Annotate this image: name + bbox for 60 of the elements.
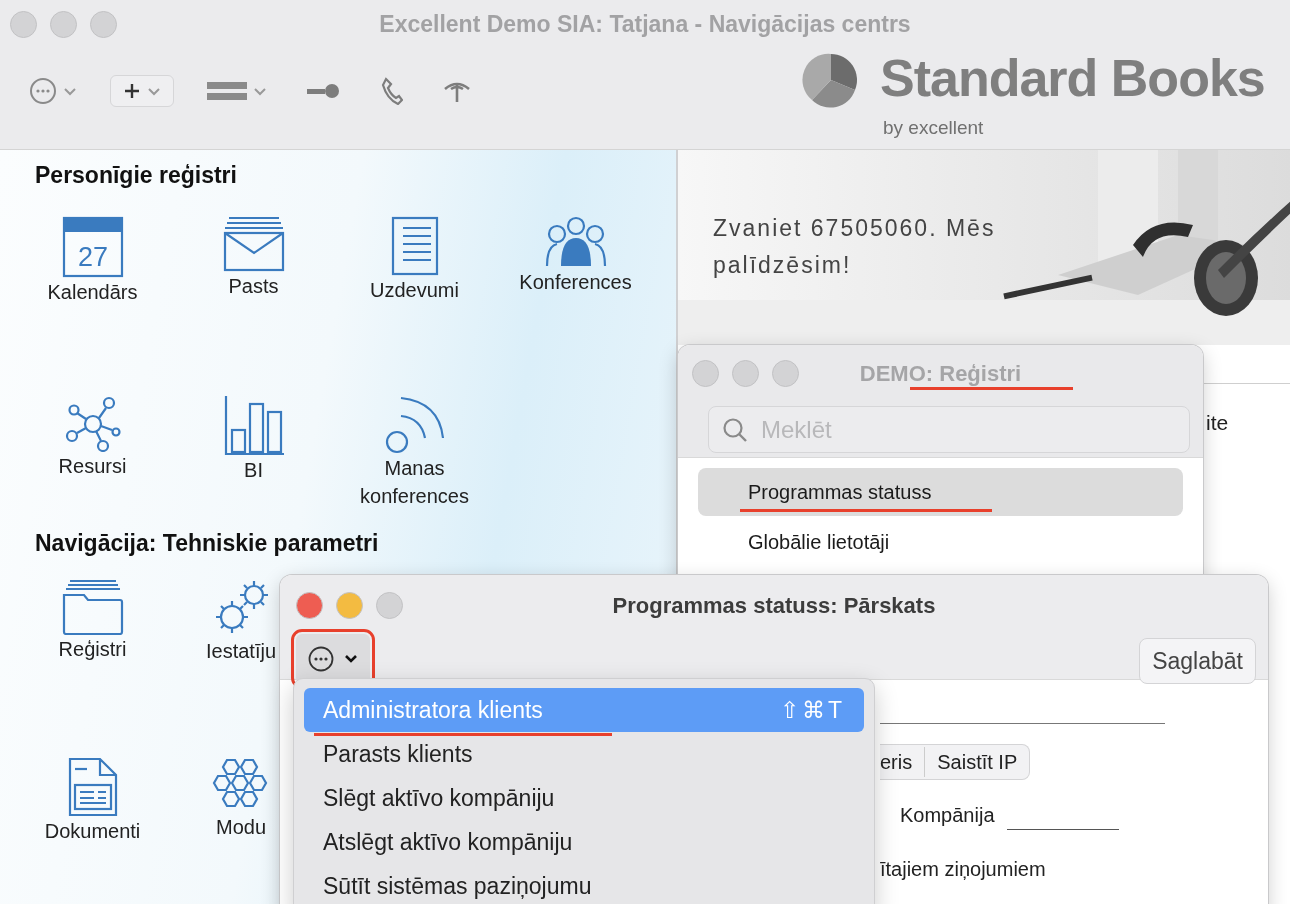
menu-item[interactable]: Atslēgt aktīvo kompāniju — [304, 820, 864, 864]
tile-label[interactable]: Reģistri — [58, 635, 127, 664]
menu-item[interactable]: Parasts klients — [304, 732, 864, 776]
list-item[interactable]: Globālie lietotāji — [698, 518, 1183, 566]
chevron-down-icon — [344, 654, 358, 664]
window-title: Excellent Demo SIA: Tatjana - Navigācijas centrs — [378, 10, 912, 39]
tile-label[interactable]: Iestatīju — [205, 637, 276, 666]
tile-label[interactable]: Manas konferences — [359, 453, 470, 510]
phone-icon — [381, 77, 403, 105]
envelope-icon — [222, 215, 285, 272]
window-title: DEMO: Reģistri — [858, 360, 1023, 388]
chevron-down-icon — [253, 86, 267, 96]
add-button[interactable] — [110, 75, 174, 107]
plus-icon — [123, 82, 141, 100]
search-icon — [722, 417, 748, 443]
document-icon — [67, 757, 118, 818]
option-label: ītajiem ziņojumiem — [880, 857, 1047, 882]
bar-chart-icon — [223, 395, 284, 456]
keyboard-shortcut: ⇧⌘T — [779, 695, 845, 725]
people-icon — [544, 215, 607, 268]
tile-label[interactable]: Dokumenti — [44, 817, 141, 846]
list-icon — [390, 215, 439, 276]
network-icon — [64, 395, 121, 452]
banner-text: Zvaniet 67505060. Mēs palīdzēsim! — [712, 214, 997, 280]
minimize-button[interactable] — [336, 592, 363, 619]
tile-label[interactable]: Uzdevumi — [370, 275, 459, 304]
ellipsis-icon — [308, 646, 334, 672]
list-item[interactable]: Programmas statuss — [698, 468, 1183, 516]
section-heading: Navigācija: Tehniskie parametri — [34, 529, 380, 558]
field-label: Kompānija — [900, 803, 995, 828]
menu-item-label: Sūtīt sistēmas paziņojumu — [323, 871, 592, 901]
tile-label[interactable]: Kalendārs — [47, 277, 138, 306]
menu-item[interactable]: Slēgt aktīvo kompāniju — [304, 776, 864, 820]
menu-item-label: Atslēgt aktīvo kompāniju — [323, 827, 573, 857]
logo-text: Standard Books — [880, 52, 1265, 104]
menu-item-label: Slēgt aktīvo kompāniju — [323, 783, 555, 813]
segment-button[interactable]: eris — [880, 747, 925, 777]
section-heading: Personīgie reģistri — [34, 162, 238, 190]
bars-icon — [207, 81, 247, 101]
ellipsis-icon — [29, 77, 57, 105]
window-title: Programmas statuss: Pārskats — [611, 592, 937, 620]
signal-icon — [384, 395, 445, 454]
key-icon — [307, 83, 341, 99]
close-button[interactable] — [296, 592, 323, 619]
segment-button[interactable]: Saistīt IP — [924, 747, 1030, 777]
tile-label[interactable]: Modu — [216, 813, 266, 842]
chevron-down-icon — [147, 86, 161, 96]
menu-item-label: Administratora klients — [323, 695, 543, 725]
menu-item-label: Parasts klients — [323, 739, 473, 769]
logo-tagline: by excellent — [883, 116, 985, 140]
tile-label[interactable]: Pasts — [228, 271, 279, 300]
tile-label[interactable]: BI — [244, 455, 263, 484]
background-text: ite — [1206, 410, 1229, 436]
save-button[interactable]: Saglabāt — [1139, 637, 1256, 684]
tile-label[interactable]: Konferences — [519, 267, 632, 296]
menu-item[interactable]: Sūtīt sistēmas paziņojumu — [304, 864, 864, 904]
folder-icon — [61, 579, 124, 636]
tile-label[interactable]: Resursi — [58, 451, 127, 480]
calendar-icon: 27 — [61, 215, 124, 278]
chevron-down-icon — [63, 86, 77, 96]
